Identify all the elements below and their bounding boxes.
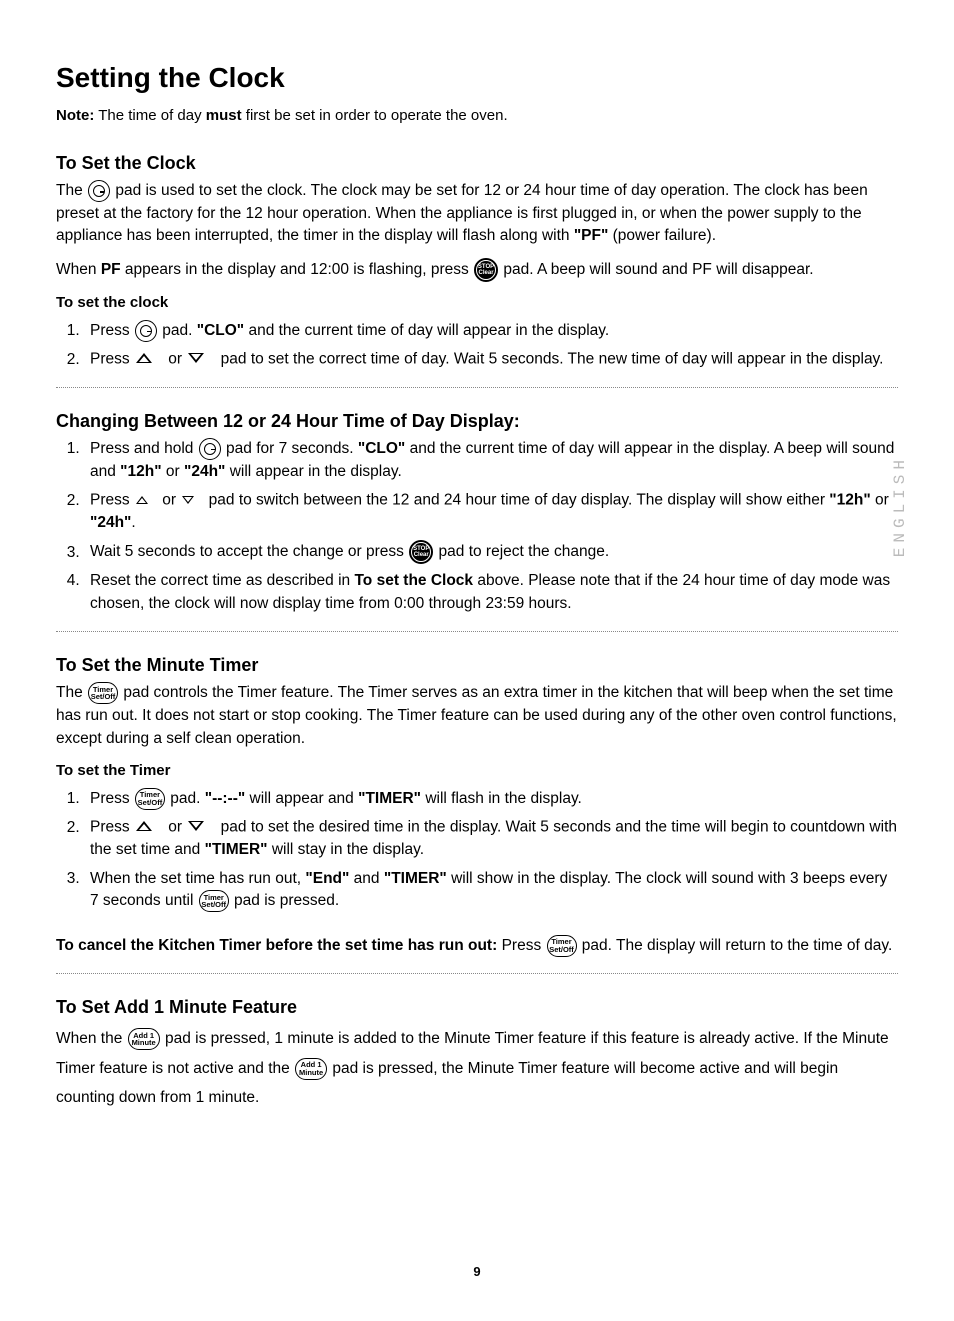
divider — [56, 973, 898, 974]
para: When the Add 1Minute pad is pressed, 1 m… — [56, 1024, 898, 1112]
page-title: Setting the Clock — [56, 58, 898, 99]
heading-set-clock: To Set the Clock — [56, 150, 898, 176]
add-1-minute-icon: Add 1Minute — [128, 1028, 160, 1050]
section-add1: To Set Add 1 Minute Feature When the Add… — [56, 994, 898, 1112]
clock-icon — [199, 438, 221, 460]
steps-list: Press pad. "CLO" and the current time of… — [56, 320, 898, 371]
page-number: 9 — [56, 1263, 898, 1282]
up-arrow-icon — [136, 816, 162, 838]
timer-icon: TimerSet/Off — [135, 788, 165, 810]
stop-clear-icon: STOPClear — [474, 258, 498, 282]
para: The TimerSet/Off pad controls the Timer … — [56, 682, 898, 750]
section-12-24: Changing Between 12 or 24 Hour Time of D… — [56, 408, 898, 615]
section-minute-timer: To Set the Minute Timer The TimerSet/Off… — [56, 652, 898, 957]
down-arrow-icon — [182, 489, 202, 511]
subheading: To set the Timer — [56, 760, 898, 782]
language-tab: ENGLISH — [889, 455, 912, 557]
heading-minute-timer: To Set the Minute Timer — [56, 652, 898, 678]
list-item: When the set time has run out, "End" and… — [84, 868, 898, 913]
list-item: Press or pad to set the desired time in … — [84, 816, 898, 861]
heading-add1: To Set Add 1 Minute Feature — [56, 994, 898, 1020]
para: The pad is used to set the clock. The cl… — [56, 180, 898, 248]
list-item: Press or pad to switch between the 12 an… — [84, 489, 898, 534]
list-item: Reset the correct time as described in T… — [84, 570, 898, 615]
clock-icon — [135, 320, 157, 342]
up-arrow-icon — [136, 348, 162, 370]
list-item: Press or pad to set the correct time of … — [84, 348, 898, 371]
para-cancel: To cancel the Kitchen Timer before the s… — [56, 935, 898, 958]
list-item: Press TimerSet/Off pad. "--:--" will app… — [84, 788, 898, 811]
para: When PF appears in the display and 12:00… — [56, 258, 898, 282]
subheading: To set the clock — [56, 292, 898, 314]
up-arrow-icon — [136, 489, 156, 511]
list-item: Press and hold pad for 7 seconds. "CLO" … — [84, 438, 898, 483]
timer-icon: TimerSet/Off — [199, 890, 229, 912]
steps-list: Press TimerSet/Off pad. "--:--" will app… — [56, 788, 898, 913]
add-1-minute-icon: Add 1Minute — [295, 1058, 327, 1080]
timer-icon: TimerSet/Off — [547, 935, 577, 957]
clock-icon — [88, 180, 110, 202]
list-item: Wait 5 seconds to accept the change or p… — [84, 540, 898, 564]
down-arrow-icon — [188, 816, 214, 838]
section-set-clock: To Set the Clock The pad is used to set … — [56, 150, 898, 371]
list-item: Press pad. "CLO" and the current time of… — [84, 320, 898, 343]
heading-12-24: Changing Between 12 or 24 Hour Time of D… — [56, 408, 898, 434]
timer-icon: TimerSet/Off — [88, 682, 118, 704]
steps-list: Press and hold pad for 7 seconds. "CLO" … — [56, 438, 898, 615]
divider — [56, 631, 898, 632]
divider — [56, 387, 898, 388]
stop-clear-icon: STOPClear — [409, 540, 433, 564]
note-line: Note: The time of day must first be set … — [56, 105, 898, 127]
down-arrow-icon — [188, 348, 214, 370]
